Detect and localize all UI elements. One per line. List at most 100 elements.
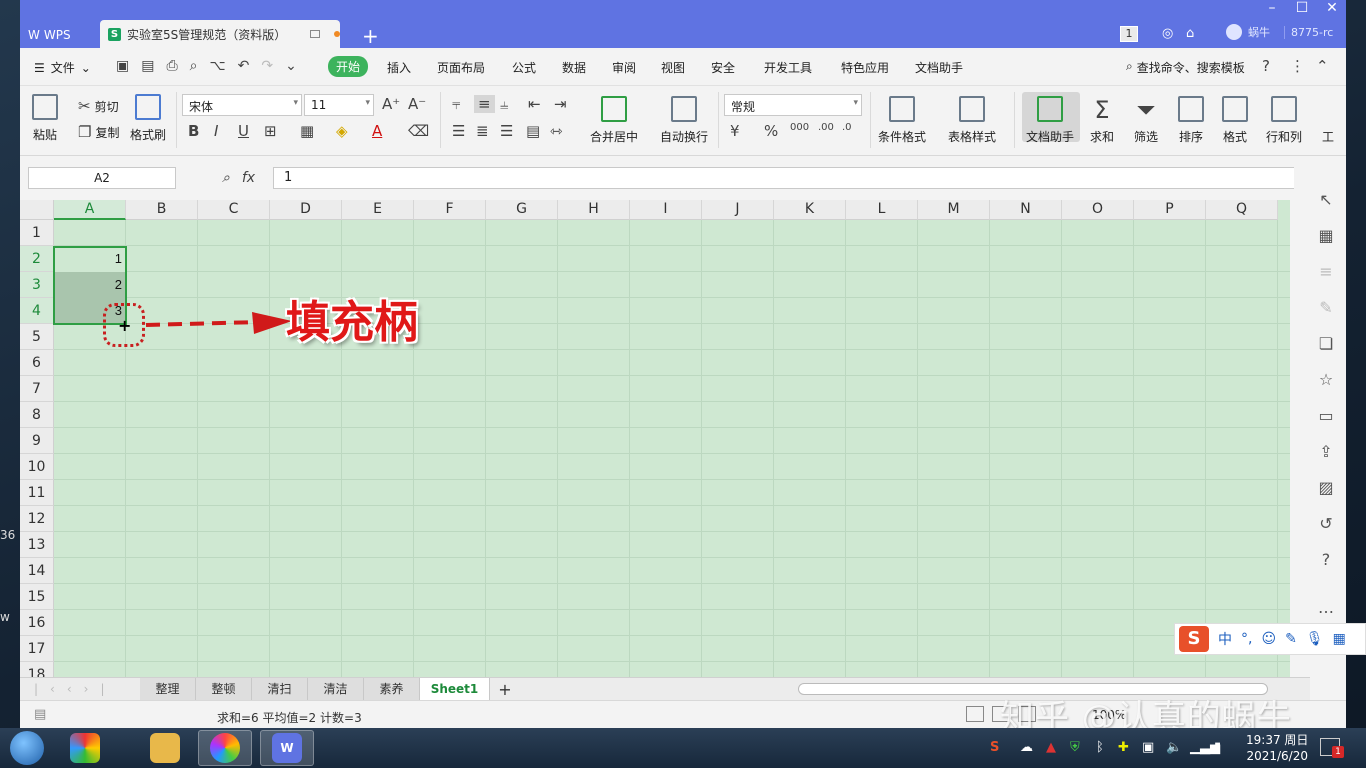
ime-punctuation-toggle[interactable]: °,: [1241, 631, 1252, 647]
new-tab-button[interactable]: +: [362, 24, 379, 48]
filter-button[interactable]: ⏷ 筛选: [1134, 96, 1158, 145]
system-clock[interactable]: 19:37 周日 2021/6/20: [1246, 732, 1308, 764]
rows-cols-button[interactable]: 行和列: [1266, 96, 1302, 145]
battery-icon[interactable]: ▮: [1214, 740, 1221, 755]
sheet-nav-arrows[interactable]: |‹‹›|: [34, 682, 116, 696]
menu-item-security[interactable]: 安全: [711, 59, 735, 76]
filter-list-icon[interactable]: ≡: [1316, 262, 1336, 281]
row-header-13[interactable]: 13: [20, 532, 54, 558]
align-middle-icon[interactable]: ≡: [474, 95, 495, 113]
menu-item-insert[interactable]: 插入: [387, 59, 411, 76]
customize-icon[interactable]: ⌄: [285, 58, 297, 74]
gallery-icon[interactable]: ❏: [1316, 334, 1336, 353]
column-header-f[interactable]: F: [414, 200, 486, 220]
start-button[interactable]: [0, 730, 54, 766]
increase-indent-icon[interactable]: ⇥: [554, 95, 567, 113]
undo-icon[interactable]: ↶: [238, 58, 250, 74]
fill-color-icon[interactable]: ◈: [336, 122, 348, 140]
normal-view-icon[interactable]: [966, 706, 984, 722]
cell-style-icon[interactable]: ▦: [300, 122, 314, 140]
shirt-icon[interactable]: ⌂: [1186, 26, 1194, 41]
close-icon[interactable]: ✕: [1322, 0, 1342, 16]
spreadsheet-grid[interactable]: A B C D E F G H I J K L M N O P Q 1 2 3 4 5 6 7 8 9 10 11 12 13 14 15 16…: [20, 200, 1290, 677]
decrease-indent-icon[interactable]: ⇤: [528, 95, 541, 113]
ime-mode-toggle[interactable]: 中: [1218, 629, 1232, 649]
collapse-ribbon-icon[interactable]: ⌃: [1316, 57, 1329, 75]
sheet-tab-sheet1[interactable]: Sheet1: [420, 678, 490, 701]
redo-icon[interactable]: ↷: [261, 58, 273, 74]
share-icon[interactable]: ⇪: [1316, 442, 1336, 461]
font-size-select[interactable]: 11: [304, 94, 374, 116]
shield-icon[interactable]: ⛨: [1070, 740, 1080, 755]
user-profile[interactable]: 蜗牛: [1226, 24, 1270, 40]
command-search[interactable]: ⌕ 查找命令、搜索模板: [1126, 59, 1245, 76]
name-box[interactable]: A2: [28, 167, 176, 189]
row-header-9[interactable]: 9: [20, 428, 54, 454]
column-header-m[interactable]: M: [918, 200, 990, 220]
sheet-tab-shine[interactable]: 清扫: [252, 678, 308, 701]
sogou-logo-icon[interactable]: S: [1179, 626, 1209, 652]
justify-icon[interactable]: ▤: [526, 122, 540, 140]
table-icon[interactable]: ▦: [1316, 226, 1336, 245]
thousands-icon[interactable]: 000: [790, 122, 809, 133]
sheet-tab-standardize[interactable]: 清洁: [308, 678, 364, 701]
column-header-p[interactable]: P: [1134, 200, 1206, 220]
column-header-k[interactable]: K: [774, 200, 846, 220]
row-header-12[interactable]: 12: [20, 506, 54, 532]
volume-icon[interactable]: 🔈: [1166, 740, 1182, 755]
align-bottom-icon[interactable]: ⫨: [500, 95, 508, 113]
increase-font-icon[interactable]: A⁺: [382, 95, 400, 113]
menu-item-data[interactable]: 数据: [562, 59, 586, 76]
cut-button[interactable]: ✂ 剪切: [78, 97, 119, 115]
column-header-h[interactable]: H: [558, 200, 630, 220]
save-as-icon[interactable]: ▤: [141, 58, 154, 74]
format-painter-button[interactable]: 格式刷: [130, 94, 166, 143]
table-style-button[interactable]: 表格样式: [948, 96, 996, 145]
emoji-icon[interactable]: ☺: [1261, 631, 1276, 647]
font-color-icon[interactable]: A: [372, 122, 382, 140]
zoom-lookup-icon[interactable]: ⌕: [222, 170, 230, 186]
file-menu[interactable]: ☰ 文件 ⌄: [34, 59, 91, 76]
tray-plus-icon[interactable]: ✚: [1118, 740, 1129, 755]
percent-icon[interactable]: %: [764, 122, 778, 140]
borders-icon[interactable]: ⊞: [264, 122, 277, 140]
more-dots-icon[interactable]: …: [1316, 598, 1336, 617]
sum-button[interactable]: Σ 求和: [1090, 96, 1114, 145]
grid-menu-icon[interactable]: ▦: [1333, 631, 1346, 647]
column-header-l[interactable]: L: [846, 200, 918, 220]
sheet-tab-sort[interactable]: 整理: [140, 678, 196, 701]
workbook-button[interactable]: 工: [1322, 96, 1334, 145]
increase-decimal-icon[interactable]: .00: [818, 122, 834, 133]
menu-item-review[interactable]: 审阅: [612, 59, 636, 76]
tab-wps-home[interactable]: W WPS: [28, 22, 90, 48]
menu-item-special[interactable]: 特色应用: [841, 59, 889, 76]
row-header-14[interactable]: 14: [20, 558, 54, 584]
monitor-icon[interactable]: [310, 30, 320, 38]
print-preview-icon[interactable]: ⌕: [190, 58, 198, 74]
column-header-g[interactable]: G: [486, 200, 558, 220]
row-header-17[interactable]: 17: [20, 636, 54, 662]
italic-icon[interactable]: I: [214, 122, 218, 140]
column-header-b[interactable]: B: [126, 200, 198, 220]
column-header-a[interactable]: A: [54, 200, 126, 220]
window-count-badge[interactable]: 1: [1120, 26, 1138, 42]
column-header-d[interactable]: D: [270, 200, 342, 220]
microphone-icon[interactable]: 🎙: [1306, 631, 1324, 647]
menu-item-developer[interactable]: 开发工具: [764, 59, 812, 76]
add-sheet-button[interactable]: +: [490, 678, 520, 701]
edit-icon[interactable]: ✎: [1316, 298, 1336, 317]
copy-button[interactable]: ❐ 复制: [78, 123, 119, 141]
conditional-format-button[interactable]: 条件格式: [878, 96, 926, 145]
menu-item-formulas[interactable]: 公式: [512, 59, 536, 76]
column-header-q[interactable]: Q: [1206, 200, 1278, 220]
row-header-2[interactable]: 2: [20, 246, 54, 272]
history-icon[interactable]: ↺: [1316, 514, 1336, 533]
bluetooth-icon[interactable]: ᛒ: [1096, 740, 1104, 755]
column-header-e[interactable]: E: [342, 200, 414, 220]
pen-icon[interactable]: ✎: [1285, 631, 1297, 647]
format-button[interactable]: 格式: [1222, 96, 1248, 145]
keyboard-icon[interactable]: ▣: [1142, 740, 1154, 755]
question-icon[interactable]: ?: [1316, 550, 1336, 569]
clear-format-icon[interactable]: ⌫: [408, 122, 429, 140]
print-icon[interactable]: ⎙: [166, 58, 177, 74]
